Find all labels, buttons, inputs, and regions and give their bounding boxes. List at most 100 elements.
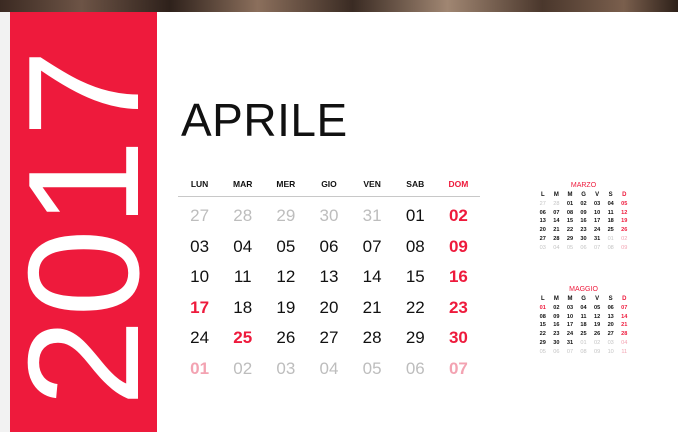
mini-day-cell: 09 [553,313,560,320]
mini-day-cell: 11 [580,313,587,320]
day-cell: 11 [233,267,252,286]
mini-day-cell: 28 [553,200,560,207]
mini-day-cell: 02 [621,235,628,242]
mini-day-cell: 23 [580,227,587,234]
weekday-label-sunday: DOM [448,179,469,189]
day-cell: 24 [190,328,210,347]
year-label: 2017 [10,47,157,407]
mini-weekday-label: S [608,296,613,302]
calendar-weeks: 27 28 29 30 31 01 02 03 04 05 06 07 08 09 10 11 12 13 14 15… [178,197,480,384]
day-cell: 17 [190,297,210,317]
day-cell: 09 [448,236,468,256]
mini-weekday-label: S [608,192,613,198]
day-cell: 29 [276,206,296,225]
day-cell: 28 [362,328,382,347]
mini-day-cell: 08 [566,209,574,216]
day-cell: 23 [448,297,468,317]
day-cell: 13 [319,267,339,286]
mini-day-cell: 16 [553,322,560,329]
day-cell: 03 [276,358,296,378]
mini-day-cell: 15 [566,218,574,225]
mini-day-cell: 18 [607,218,614,225]
month-title: APRILE [181,94,348,146]
day-cell: 20 [319,297,339,317]
day-cell: 04 [319,358,339,378]
mini-day-cell: 22 [566,227,574,234]
mini-day-cell: 04 [580,304,587,311]
mini-day-cell: 08 [539,313,546,320]
mini-day-cell: 06 [580,244,587,251]
mini-day-cell: 03 [539,244,546,251]
day-cell: 18 [233,297,253,317]
mini-day-cell: 09 [593,348,601,355]
mini-weekday-label: V [595,192,600,198]
mini-day-cell: 06 [539,209,546,216]
mini-day-cell: 17 [593,218,601,225]
day-cell: 31 [362,206,382,225]
day-cell: 22 [405,297,425,317]
mini-weekday-label: V [595,296,600,302]
mini-day-cell: 04 [553,244,560,251]
weekday-label: SAB [406,179,425,189]
mini-calendar-may: MAGGIO L M M G V S D 01 02 03 04 05 06 07 08 09 10 11 12 13 1… [536,284,631,357]
mini-day-cell: 01 [580,339,587,346]
mini-weekday-header: LMMGVSD [536,295,631,304]
mini-day-cell: 31 [566,339,574,346]
day-cell: 28 [233,206,253,225]
mini-day-cell: 24 [593,227,601,234]
mini-day-cell: 22 [539,331,546,338]
mini-day-cell: 12 [621,209,628,216]
mini-weekday-label: L [540,296,545,302]
mini-week: 27 28 01 02 03 04 05 [536,200,631,209]
mini-day-cell: 25 [607,227,614,234]
mini-day-cell: 13 [607,313,614,320]
mini-week: 01 02 03 04 05 06 07 [536,304,631,313]
mini-day-cell: 20 [539,227,546,234]
mini-calendar-march: MARZO L M M G V S D 27 28 01 02 03 04 05 06 07 08 09 10 11 12… [536,180,631,253]
weekday-label: MAR [233,179,253,189]
mini-day-cell: 15 [539,322,546,329]
mini-day-cell: 19 [593,322,601,329]
mini-day-cell: 28 [553,235,560,242]
day-cell: 15 [405,267,425,286]
mini-weekday-header: LMMGVSD [536,191,631,200]
mini-weekday-label: G [581,296,586,302]
mini-day-cell: 27 [607,331,614,338]
mini-day-cell: 29 [539,339,546,346]
mini-day-cell: 09 [580,209,587,216]
weekday-label: VEN [363,179,381,189]
mini-day-cell: 02 [593,339,601,346]
mini-day-cell: 01 [566,200,574,207]
mini-weekday-label: M [553,192,559,198]
mini-week: 08 09 10 11 12 13 14 [536,313,631,322]
header-photo-strip [0,0,678,12]
mini-weekday-label: M [553,296,559,302]
mini-day-cell: 06 [553,348,560,355]
mini-week: 29 30 31 01 02 03 04 [536,339,631,348]
mini-day-cell: 25 [580,331,587,338]
day-cell: 25 [233,328,253,347]
mini-weekday-label: G [581,192,586,198]
mini-day-cell: 03 [566,304,574,311]
mini-day-cell: 05 [566,244,574,251]
mini-day-cell: 09 [621,244,628,251]
mini-day-cell: 26 [593,331,601,338]
mini-day-cell: 11 [607,209,614,216]
day-cell: 10 [190,267,210,286]
mini-day-cell: 30 [580,235,587,242]
mini-day-cell: 10 [607,348,614,355]
mini-day-cell: 07 [566,348,574,355]
mini-day-cell: 27 [539,235,546,242]
mini-day-cell: 05 [593,304,601,311]
mini-day-cell: 02 [580,200,587,207]
day-cell: 19 [276,297,296,317]
mini-day-cell: 20 [607,322,614,329]
mini-month-title: MARZO [570,182,597,189]
mini-day-cell: 01 [607,235,614,242]
mini-day-cell: 11 [621,348,628,355]
mini-day-cell: 21 [553,227,560,234]
left-gutter [0,12,10,432]
mini-day-cell: 03 [607,339,614,346]
mini-day-cell: 27 [539,200,546,207]
mini-day-cell: 21 [621,322,628,329]
